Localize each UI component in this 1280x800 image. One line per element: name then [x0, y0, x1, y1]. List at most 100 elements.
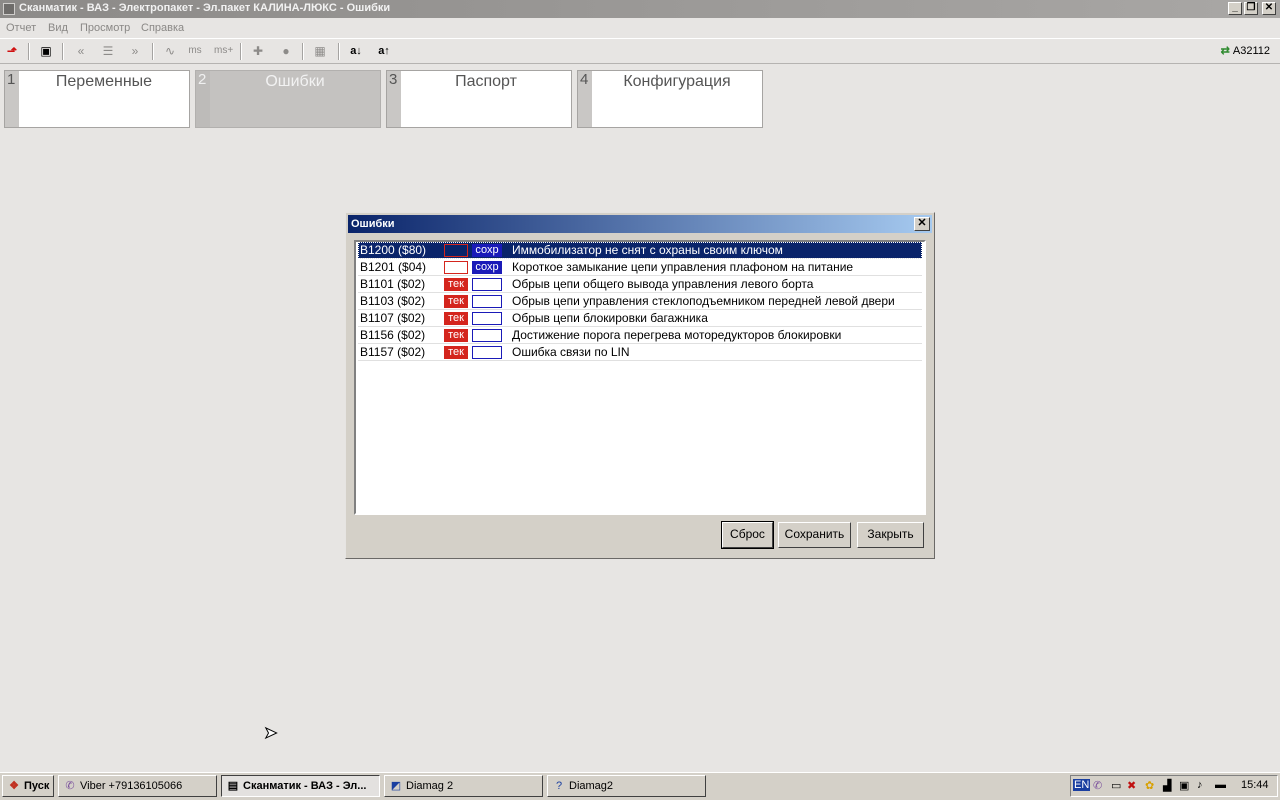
font-up-icon[interactable]: a↑ [375, 43, 393, 59]
connection-icon: ⇄ [1220, 45, 1230, 57]
error-code: B1156 ($02) [360, 328, 426, 342]
record-icon[interactable]: ● [277, 43, 295, 59]
error-row[interactable]: B1157 ($02) тек Ошибка связи по LIN [358, 344, 922, 361]
forward-icon[interactable]: » [126, 43, 144, 59]
menu-help[interactable]: Справка [141, 22, 184, 34]
taskbar-item-diamag2[interactable]: ? Diamag2 [547, 775, 706, 797]
tab-number: 1 [5, 71, 19, 127]
taskbar-item-diamag[interactable]: ◩ Diamag 2 [384, 775, 543, 797]
viber-tray-icon[interactable]: ✆ [1093, 779, 1102, 792]
tab-label: Ошибки [265, 73, 325, 90]
diamag-icon: ◩ [390, 780, 402, 792]
taskbar-item-scanmatik[interactable]: ▤ Сканматик - ВАЗ - Эл... [221, 775, 380, 797]
current-flag-empty [444, 244, 468, 257]
reset-button[interactable]: Сброс [721, 521, 774, 549]
close-window-button[interactable]: ✕ [1262, 2, 1276, 15]
plus-icon[interactable]: ✚ [249, 43, 267, 59]
app-icon [3, 3, 15, 15]
error-description: Иммобилизатор не снят с охраны своим клю… [512, 243, 783, 257]
saved-flag-empty [472, 278, 502, 291]
tab-number: 4 [578, 71, 592, 127]
error-row[interactable]: B1103 ($02) тек Обрыв цепи управления ст… [358, 293, 922, 310]
saved-flag-empty [472, 329, 502, 342]
saved-badge: сохр [472, 244, 502, 257]
tab-number: 3 [387, 71, 401, 127]
tab-label: Переменные [55, 73, 153, 90]
error-description: Обрыв цепи управления стеклоподъемником … [512, 294, 895, 308]
tab-variables[interactable]: 1 Переменные [4, 70, 190, 128]
windows-logo-icon: ❖ [9, 780, 19, 792]
saved-flag-empty [472, 312, 502, 325]
toolbar: ⬏ ▣ « ☰ » ∿ ms ms+ ✚ ● ▦ a↓ a↑ ⇄ A32112 [0, 38, 1280, 64]
current-badge: тек [444, 278, 468, 291]
mouse-cursor-icon: ➤ [263, 725, 278, 743]
save-button[interactable]: Сохранить [778, 522, 851, 548]
menu-preview[interactable]: Просмотр [80, 22, 130, 34]
tab-number: 2 [196, 71, 210, 127]
errors-dialog: Ошибки ✕ B1200 ($80) сохр Иммобилизатор … [345, 212, 935, 559]
maximize-button[interactable]: ❐ [1244, 2, 1258, 15]
saved-flag-empty [472, 346, 502, 359]
network-off-icon[interactable]: ✖ [1127, 779, 1136, 792]
taskbar-item-viber[interactable]: ✆ Viber +79136105066 [58, 775, 217, 797]
font-down-icon[interactable]: a↓ [347, 43, 365, 59]
display-tray-icon[interactable]: ▬ [1215, 779, 1226, 791]
start-label: Пуск [24, 780, 50, 792]
error-description: Короткое замыкание цепи управления плафо… [512, 260, 854, 274]
ms-icon[interactable]: ms [186, 43, 204, 59]
viber-icon: ✆ [65, 780, 75, 792]
monitor-tray-icon[interactable]: ▭ [1111, 779, 1121, 792]
error-row[interactable]: B1107 ($02) тек Обрыв цепи блокировки ба… [358, 310, 922, 327]
taskbar-item-label: Diamag 2 [406, 780, 454, 792]
language-indicator[interactable]: EN [1073, 779, 1091, 791]
ms-plus-icon[interactable]: ms+ [214, 43, 233, 59]
up-arrow-red-icon[interactable]: ⬏ [3, 43, 21, 59]
taskbar-item-label: Diamag2 [569, 780, 614, 792]
notes-icon[interactable]: ▣ [37, 43, 55, 59]
list-icon[interactable]: ☰ [99, 43, 117, 59]
taskbar-item-label: Сканматик - ВАЗ - Эл... [243, 780, 367, 792]
device-id: A32112 [1232, 45, 1270, 57]
error-code: B1200 ($80) [360, 243, 427, 257]
error-row[interactable]: B1200 ($80) сохр Иммобилизатор не снят с… [358, 242, 922, 259]
tab-configuration[interactable]: 4 Конфигурация [577, 70, 763, 128]
help-icon: ? [555, 780, 563, 792]
tab-label: Конфигурация [623, 73, 731, 90]
window-tray-icon[interactable]: ▣ [1179, 779, 1189, 792]
clock[interactable]: 15:44 [1241, 779, 1269, 791]
chart-icon[interactable]: ▦ [311, 43, 329, 59]
rewind-icon[interactable]: « [72, 43, 90, 59]
wave-icon[interactable]: ∿ [161, 43, 179, 59]
error-row[interactable]: B1101 ($02) тек Обрыв цепи общего вывода… [358, 276, 922, 293]
error-description: Ошибка связи по LIN [512, 345, 630, 359]
error-code: B1103 ($02) [360, 294, 426, 308]
tab-label: Паспорт [455, 73, 517, 90]
current-badge: тек [444, 312, 468, 325]
dialog-title: Ошибки [351, 218, 395, 230]
security-tray-icon[interactable]: ✿ [1145, 779, 1154, 792]
menu-bar: Отчет Вид Просмотр Справка [0, 18, 1280, 38]
dialog-close-icon[interactable]: ✕ [914, 217, 930, 231]
current-flag-empty [444, 261, 468, 274]
window-titlebar: Сканматик - ВАЗ - Электропакет - Эл.паке… [0, 0, 1280, 18]
close-button[interactable]: Закрыть [857, 522, 924, 548]
menu-report[interactable]: Отчет [6, 22, 36, 34]
tab-passport[interactable]: 3 Паспорт [386, 70, 572, 128]
error-code: B1157 ($02) [360, 345, 426, 359]
saved-flag-empty [472, 295, 502, 308]
signal-tray-icon[interactable]: ▟ [1163, 779, 1171, 792]
minimize-button[interactable]: _ [1228, 2, 1242, 15]
current-badge: тек [444, 329, 468, 342]
volume-icon[interactable]: ♪ [1197, 779, 1203, 791]
tab-errors[interactable]: 2 Ошибки [195, 70, 381, 128]
error-row[interactable]: B1156 ($02) тек Достижение порога перегр… [358, 327, 922, 344]
error-description: Достижение порога перегрева моторедуктор… [512, 328, 842, 342]
error-row[interactable]: B1201 ($04) сохр Короткое замыкание цепи… [358, 259, 922, 276]
error-list[interactable]: B1200 ($80) сохр Иммобилизатор не снят с… [354, 240, 926, 515]
menu-view[interactable]: Вид [48, 22, 68, 34]
start-button[interactable]: ❖ Пуск [2, 775, 54, 797]
window-title: Сканматик - ВАЗ - Электропакет - Эл.паке… [19, 2, 391, 14]
system-tray: EN ✆ ▭ ✖ ✿ ▟ ▣ ♪ ▬ 15:44 [1070, 775, 1278, 797]
saved-badge: сохр [472, 261, 502, 274]
taskbar: ❖ Пуск ✆ Viber +79136105066 ▤ Сканматик - В… [0, 772, 1280, 800]
